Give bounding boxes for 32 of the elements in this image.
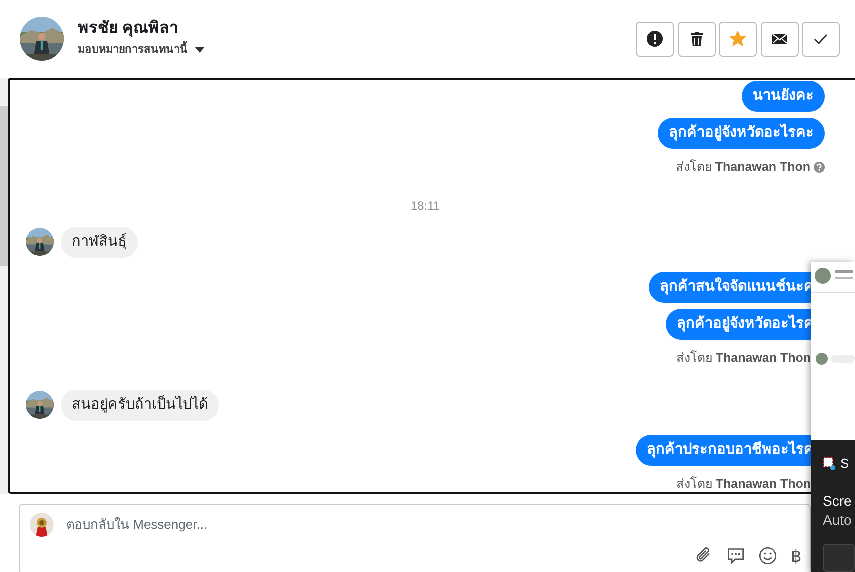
- avatar: [30, 513, 54, 537]
- app-icon: [823, 456, 837, 471]
- sent-by-label: ส่งโดย Thanawan Thon: [676, 476, 811, 492]
- message-bubble: ลุกค้าอยู่จังหวัดอะไรคะ: [658, 118, 825, 149]
- chat-bubble-icon[interactable]: [727, 547, 745, 565]
- report-icon: [647, 31, 663, 47]
- reply-field[interactable]: ตอบกลับใน Messenger...: [64, 514, 364, 536]
- star-button[interactable]: [719, 22, 757, 56]
- assign-dropdown[interactable]: มอบหมายการสนทนานี้: [78, 42, 205, 59]
- notification-text: Auto: [823, 510, 853, 530]
- sent-by-label: ส่งโดย Thanawan Thon: [676, 350, 811, 367]
- avatar: [20, 17, 64, 61]
- message-bubble: กาฬสินธุ์: [61, 226, 138, 258]
- envelope-icon: [772, 31, 788, 47]
- message-bubble: สนอยู่ครับถ้าเป็นไปได้: [61, 390, 219, 420]
- contact-name: พรชัย คุณพิลา: [78, 19, 180, 39]
- notification-text: Scre: [823, 492, 853, 510]
- message-bubble: นานยังคะ: [742, 81, 825, 112]
- mail-button[interactable]: [760, 22, 798, 56]
- avatar: [26, 391, 54, 419]
- avatar: [26, 228, 54, 256]
- delete-button[interactable]: [678, 22, 716, 56]
- scrollbar-thumb[interactable]: [0, 106, 8, 266]
- currency-button[interactable]: ฿: [791, 548, 802, 564]
- report-button[interactable]: [636, 22, 674, 56]
- trash-icon: [688, 31, 704, 47]
- attachment-icon[interactable]: [695, 547, 713, 565]
- sent-by-label: ส่งโดย Thanawan Thon: [676, 158, 810, 176]
- star-icon: [730, 31, 746, 47]
- notification-title: S: [840, 455, 850, 473]
- timestamp: 18:11: [410, 198, 440, 215]
- emoji-icon[interactable]: [759, 547, 777, 565]
